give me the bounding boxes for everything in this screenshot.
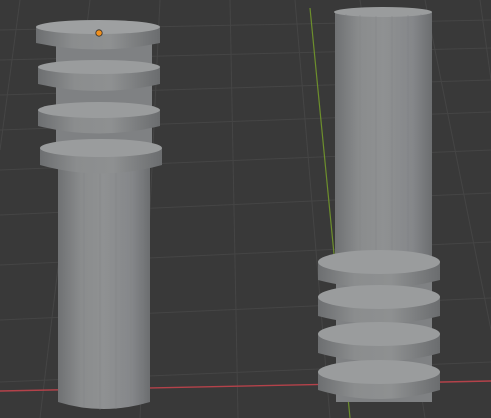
right-ring-4[interactable]	[318, 360, 440, 399]
left-ring-2[interactable]	[38, 60, 160, 91]
right-ring-3[interactable]	[318, 322, 440, 362]
viewport-canvas[interactable]	[0, 0, 491, 418]
left-ring-3[interactable]	[38, 102, 160, 134]
right-ring-2[interactable]	[318, 285, 440, 324]
object-origin-dot[interactable]	[95, 29, 103, 37]
left-ring-4[interactable]	[40, 139, 162, 174]
right-cylinder-mesh[interactable]	[318, 7, 440, 402]
right-ring-1[interactable]	[318, 250, 440, 288]
left-cylinder-mesh[interactable]	[36, 20, 162, 410]
3d-viewport[interactable]	[0, 0, 491, 418]
